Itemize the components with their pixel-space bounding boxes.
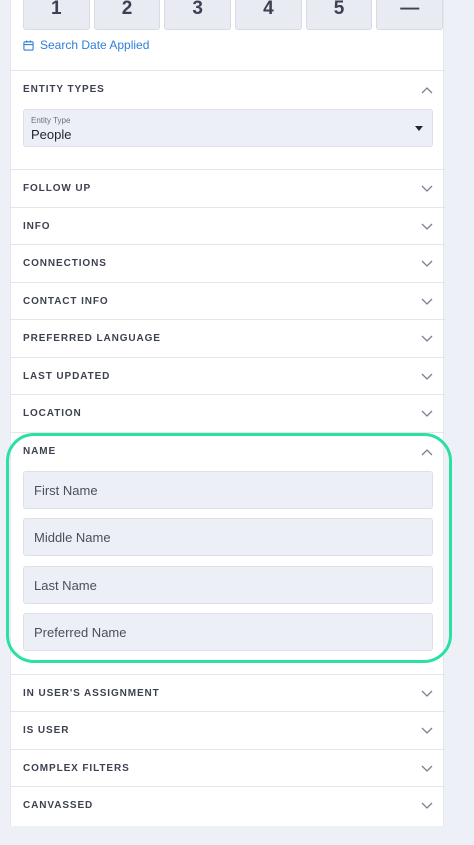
section-header-location[interactable]: LOCATION [11, 395, 445, 432]
chevron-down-icon [421, 690, 433, 697]
chevron-down-icon [421, 373, 433, 380]
section-header-in-users-assignment[interactable]: IN USER'S ASSIGNMENT [11, 675, 445, 712]
chevron-down-icon [421, 335, 433, 342]
section-header-preferred-language[interactable]: PREFERRED LANGUAGE [11, 320, 445, 357]
chevron-down-icon [421, 260, 433, 267]
section-title: PREFERRED LANGUAGE [23, 333, 161, 344]
section-title: IN USER'S ASSIGNMENT [23, 688, 160, 699]
section-title: LOCATION [23, 408, 82, 419]
number-button-row: 1 2 3 4 5 — [23, 0, 444, 30]
search-date-applied-label: Search Date Applied [40, 38, 150, 52]
section-title: CANVASSED [23, 800, 94, 811]
section-title: IS USER [23, 725, 70, 736]
number-button-5[interactable]: 5 [305, 0, 373, 30]
entity-type-select[interactable]: Entity Type People [23, 109, 433, 147]
section-last-updated: LAST UPDATED [11, 357, 445, 395]
section-title: CONTACT INFO [23, 296, 109, 307]
chevron-down-icon [421, 802, 433, 809]
chevron-down-icon [421, 410, 433, 417]
section-contact-info: CONTACT INFO [11, 282, 445, 320]
section-header-entity-types[interactable]: ENTITY TYPES [11, 71, 445, 108]
last-name-input[interactable] [23, 566, 433, 604]
section-title: CONNECTIONS [23, 258, 107, 269]
section-header-contact-info[interactable]: CONTACT INFO [11, 283, 445, 320]
number-button-2[interactable]: 2 [93, 0, 161, 30]
section-complex-filters: COMPLEX FILTERS [11, 749, 445, 787]
middle-name-input[interactable] [23, 518, 433, 556]
section-name: NAME [11, 432, 445, 674]
section-header-info[interactable]: INFO [11, 208, 445, 245]
section-title: NAME [23, 446, 57, 457]
section-location: LOCATION [11, 394, 445, 432]
chevron-down-icon [421, 727, 433, 734]
section-header-follow-up[interactable]: FOLLOW UP [11, 170, 445, 207]
filter-panel: 1 2 3 4 5 — Search Date Applied ENTITY T… [10, 0, 445, 826]
section-connections: CONNECTIONS [11, 244, 445, 282]
section-header-last-updated[interactable]: LAST UPDATED [11, 358, 445, 395]
search-date-applied-link[interactable]: Search Date Applied [23, 37, 149, 53]
section-preferred-language: PREFERRED LANGUAGE [11, 319, 445, 357]
caret-down-icon [415, 126, 423, 131]
calendar-icon [23, 39, 34, 51]
entity-type-select-value: People [31, 127, 72, 142]
chevron-down-icon [421, 223, 433, 230]
chevron-down-icon [421, 765, 433, 772]
section-in-users-assignment: IN USER'S ASSIGNMENT [11, 674, 445, 712]
section-title: COMPLEX FILTERS [23, 763, 130, 774]
section-header-canvassed[interactable]: CANVASSED [11, 787, 445, 824]
section-header-is-user[interactable]: IS USER [11, 712, 445, 749]
chevron-up-icon [421, 86, 433, 93]
preferred-name-input[interactable] [23, 613, 433, 651]
chevron-down-icon [421, 185, 433, 192]
section-title: FOLLOW UP [23, 183, 92, 194]
section-canvassed: CANVASSED [11, 786, 445, 826]
number-button-dash[interactable]: — [376, 0, 444, 30]
number-button-3[interactable]: 3 [164, 0, 232, 30]
entity-type-select-label: Entity Type [31, 116, 71, 125]
number-button-1[interactable]: 1 [23, 0, 90, 30]
section-header-connections[interactable]: CONNECTIONS [11, 245, 445, 282]
section-title: INFO [23, 221, 51, 232]
first-name-input[interactable] [23, 471, 433, 509]
section-follow-up: FOLLOW UP [11, 169, 445, 207]
section-title: ENTITY TYPES [23, 84, 105, 95]
section-entity-types: ENTITY TYPES Entity Type People [11, 70, 445, 169]
section-header-name[interactable]: NAME [11, 433, 445, 470]
number-button-4[interactable]: 4 [235, 0, 302, 30]
section-header-complex-filters[interactable]: COMPLEX FILTERS [11, 750, 445, 787]
chevron-up-icon [421, 448, 433, 455]
section-is-user: IS USER [11, 711, 445, 749]
section-info: INFO [11, 207, 445, 245]
section-title: LAST UPDATED [23, 371, 111, 382]
chevron-down-icon [421, 298, 433, 305]
